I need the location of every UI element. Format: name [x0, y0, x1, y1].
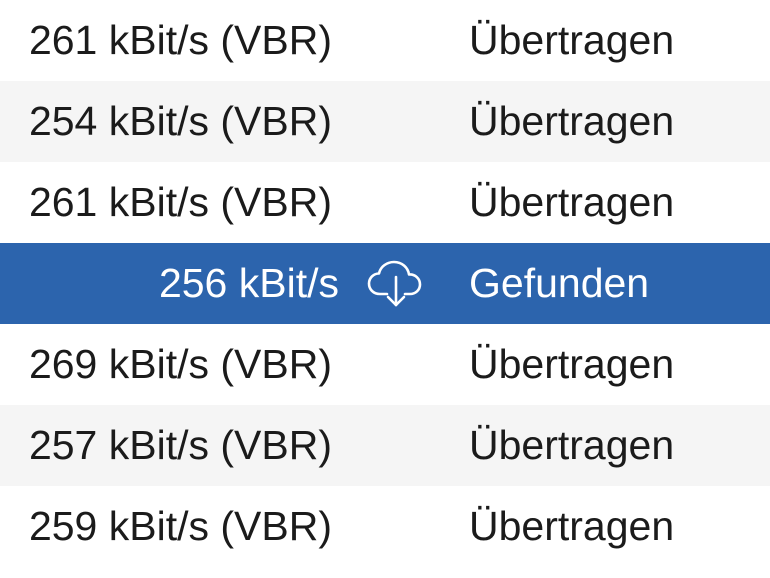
bitrate-cell: 254 kBit/s (VBR)	[28, 98, 332, 144]
table-row[interactable]: 257 kBit/s (VBR) Übertragen	[0, 405, 770, 486]
status-cell: Übertragen	[469, 17, 675, 63]
bitrate-cell: 256 kBit/s	[158, 260, 339, 306]
cloud-download-icon[interactable]	[366, 260, 432, 310]
status-cell: Übertragen	[469, 179, 675, 225]
table-row[interactable]: 261 kBit/s (VBR) Übertragen	[0, 162, 770, 243]
bitrate-cell: 269 kBit/s (VBR)	[28, 341, 332, 387]
status-cell: Übertragen	[469, 503, 675, 549]
table-row-selected[interactable]: 256 kBit/s Gefunden	[0, 243, 770, 324]
bitrate-cell: 257 kBit/s (VBR)	[28, 422, 332, 468]
bitrate-cell: 261 kBit/s (VBR)	[28, 179, 332, 225]
status-cell: Übertragen	[469, 422, 675, 468]
track-list: 261 kBit/s (VBR) Übertragen 254 kBit/s (…	[0, 0, 770, 578]
status-cell: Übertragen	[469, 341, 675, 387]
table-row[interactable]: 254 kBit/s (VBR) Übertragen	[0, 81, 770, 162]
status-cell: Gefunden	[469, 260, 650, 306]
bitrate-cell: 261 kBit/s (VBR)	[28, 17, 332, 63]
table-row[interactable]: 269 kBit/s (VBR) Übertragen	[0, 324, 770, 405]
bitrate-cell: 259 kBit/s (VBR)	[28, 503, 332, 549]
status-cell: Übertragen	[469, 98, 675, 144]
table-row[interactable]: 259 kBit/s (VBR) Übertragen	[0, 486, 770, 567]
table-row[interactable]: 261 kBit/s (VBR) Übertragen	[0, 0, 770, 81]
